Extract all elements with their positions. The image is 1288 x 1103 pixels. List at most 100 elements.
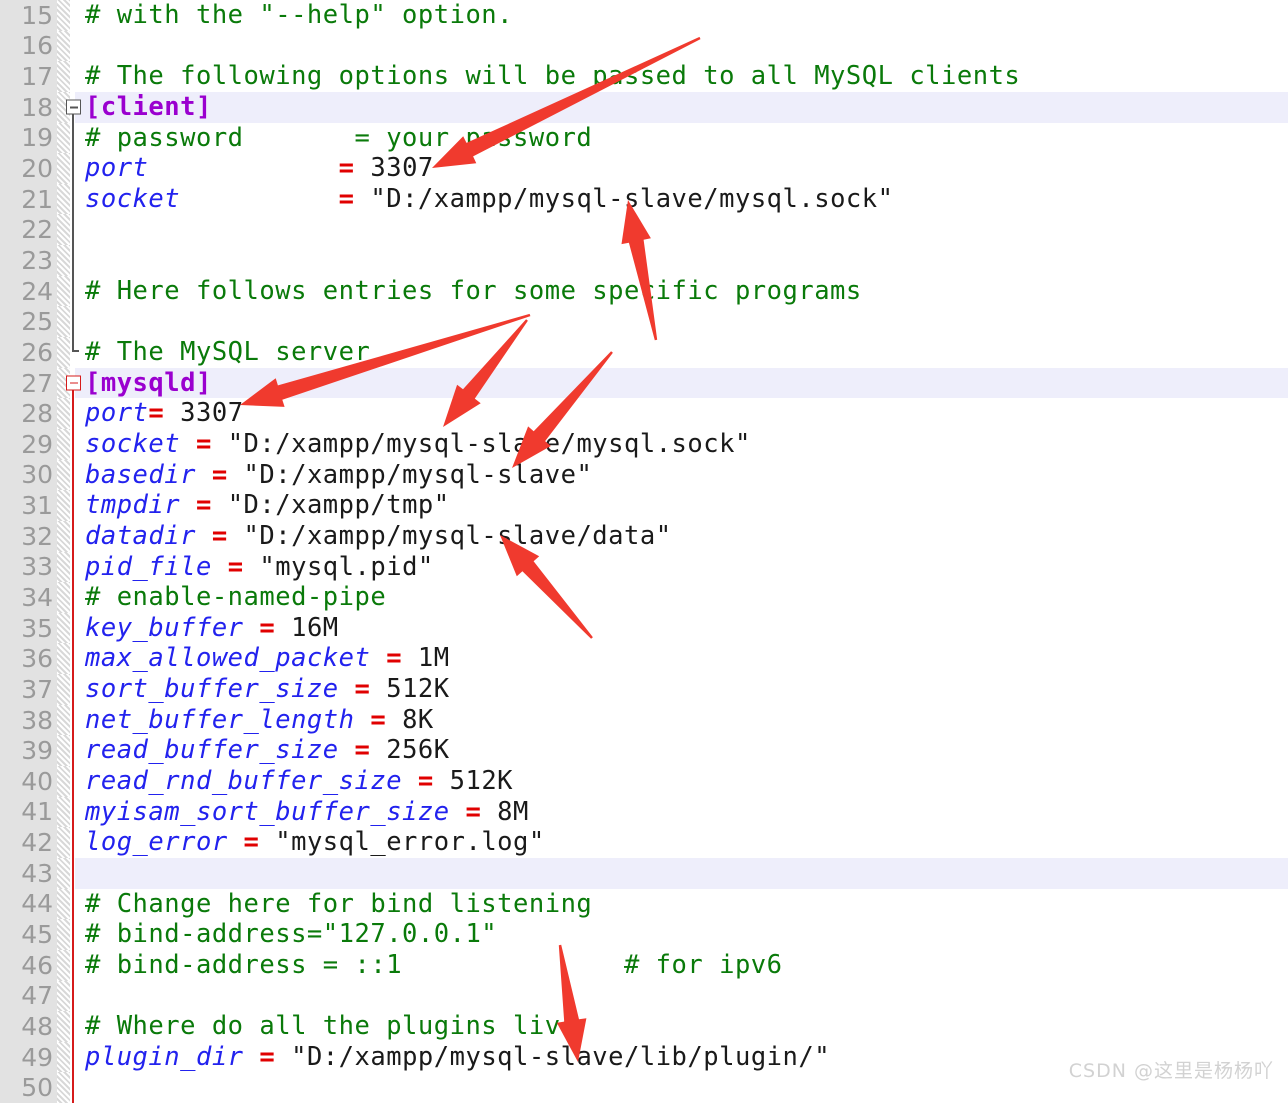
fold-column[interactable] bbox=[70, 857, 75, 889]
code-line[interactable]: 21 socket = "D:/xampp/mysql-slave/mysql.s… bbox=[0, 183, 1288, 215]
code-line[interactable]: 17 # The following options will be passed… bbox=[0, 61, 1288, 92]
fold-column[interactable] bbox=[66, 91, 81, 123]
code-line[interactable]: 18 [client] bbox=[0, 91, 1288, 123]
code-text[interactable]: port = 3307 bbox=[75, 153, 1288, 184]
fold-column[interactable] bbox=[70, 490, 75, 521]
fold-column[interactable] bbox=[70, 980, 75, 1012]
code-line[interactable]: 37 sort_buffer_size = 512K bbox=[0, 674, 1288, 705]
fold-column[interactable] bbox=[70, 428, 75, 460]
fold-column[interactable] bbox=[70, 61, 75, 92]
fold-column[interactable] bbox=[70, 735, 75, 767]
code-line[interactable]: 22 bbox=[0, 214, 1288, 246]
code-line[interactable]: 20 port = 3307 bbox=[0, 153, 1288, 184]
fold-column[interactable] bbox=[70, 551, 75, 583]
code-text[interactable]: port = 3307 bbox=[75, 398, 1288, 429]
code-text[interactable]: [mysqld] bbox=[75, 368, 1288, 399]
fold-column[interactable] bbox=[70, 459, 75, 491]
code-text[interactable]: basedir = "D:/xampp/mysql-slave" bbox=[75, 460, 1288, 491]
code-line[interactable]: 34 # enable-named-pipe bbox=[0, 582, 1288, 613]
fold-column[interactable] bbox=[70, 796, 75, 828]
fold-column[interactable] bbox=[70, 919, 75, 950]
code-editor[interactable]: 15 # with the "--help" option. 16 17 # The f… bbox=[0, 0, 1288, 1103]
code-text[interactable]: # bind-address = ::1 # for ipv6 bbox=[75, 950, 1288, 981]
code-text[interactable]: # The MySQL server bbox=[75, 337, 1288, 368]
code-line[interactable]: 35 key_buffer = 16M bbox=[0, 612, 1288, 644]
fold-column[interactable] bbox=[70, 1011, 75, 1042]
code-text[interactable]: sort_buffer_size = 512K bbox=[75, 674, 1288, 705]
code-line[interactable]: 33 pid_file = "mysql.pid" bbox=[0, 551, 1288, 583]
fold-column[interactable] bbox=[70, 245, 75, 276]
code-line[interactable]: 42 log_error = "mysql_error.log" bbox=[0, 827, 1288, 858]
fold-collapse-icon[interactable] bbox=[66, 99, 81, 115]
code-text[interactable]: # The following options will be passed t… bbox=[75, 61, 1288, 92]
code-line[interactable]: 27 [mysqld] bbox=[0, 367, 1288, 399]
code-line[interactable]: 32 datadir = "D:/xampp/mysql-slave/data" bbox=[0, 520, 1288, 552]
code-text[interactable] bbox=[75, 858, 1288, 889]
fold-column[interactable] bbox=[70, 30, 75, 62]
code-line[interactable]: 47 bbox=[0, 980, 1288, 1012]
code-line[interactable]: 31 tmpdir = "D:/xampp/tmp" bbox=[0, 490, 1288, 521]
code-line[interactable]: 26 # The MySQL server bbox=[0, 337, 1288, 368]
code-text[interactable]: # password = your password bbox=[75, 123, 1288, 154]
fold-column[interactable] bbox=[70, 337, 79, 368]
code-line[interactable]: 30 basedir = "D:/xampp/mysql-slave" bbox=[0, 459, 1288, 491]
fold-column[interactable] bbox=[70, 674, 75, 705]
code-text[interactable]: # with the "--help" option. bbox=[75, 0, 1288, 31]
code-text[interactable] bbox=[75, 245, 1288, 276]
code-text[interactable]: myisam_sort_buffer_size = 8M bbox=[75, 797, 1288, 828]
code-text[interactable]: # enable-named-pipe bbox=[75, 582, 1288, 613]
code-line[interactable]: 46 # bind-address = ::1 # for ipv6 bbox=[0, 949, 1288, 981]
fold-column[interactable] bbox=[70, 1072, 75, 1103]
code-line[interactable]: 23 bbox=[0, 245, 1288, 276]
code-line[interactable]: 24 # Here follows entries for some specif… bbox=[0, 275, 1288, 307]
code-line[interactable]: 25 bbox=[0, 306, 1288, 338]
fold-column[interactable] bbox=[70, 704, 75, 736]
code-text[interactable]: [client] bbox=[75, 92, 1288, 123]
fold-column[interactable] bbox=[70, 582, 75, 613]
code-text[interactable]: socket = "D:/xampp/mysql-slave/mysql.soc… bbox=[75, 184, 1288, 215]
fold-column[interactable] bbox=[70, 122, 75, 154]
fold-column[interactable] bbox=[70, 398, 75, 429]
code-text[interactable]: datadir = "D:/xampp/mysql-slave/data" bbox=[75, 521, 1288, 552]
fold-column[interactable] bbox=[70, 643, 75, 675]
code-text[interactable]: # Where do all the plugins live bbox=[75, 1011, 1288, 1042]
fold-column[interactable] bbox=[70, 520, 75, 552]
fold-column[interactable] bbox=[70, 183, 75, 215]
fold-column[interactable] bbox=[70, 827, 75, 858]
fold-column[interactable] bbox=[70, 306, 75, 338]
code-text[interactable]: socket = "D:/xampp/mysql-slave/mysql.soc… bbox=[75, 429, 1288, 460]
code-line[interactable]: 15 # with the "--help" option. bbox=[0, 0, 1288, 31]
code-line[interactable]: 41 myisam_sort_buffer_size = 8M bbox=[0, 796, 1288, 828]
code-text[interactable]: read_rnd_buffer_size = 512K bbox=[75, 766, 1288, 797]
code-text[interactable] bbox=[75, 306, 1288, 337]
code-text[interactable]: # Here follows entries for some specific… bbox=[75, 276, 1288, 307]
code-line[interactable]: 28 port = 3307 bbox=[0, 398, 1288, 429]
fold-column[interactable] bbox=[70, 612, 75, 644]
code-text[interactable]: tmpdir = "D:/xampp/tmp" bbox=[75, 490, 1288, 521]
code-text[interactable] bbox=[75, 214, 1288, 245]
code-line[interactable]: 38 net_buffer_length = 8K bbox=[0, 704, 1288, 736]
code-text[interactable]: net_buffer_length = 8K bbox=[75, 705, 1288, 736]
code-text[interactable]: log_error = "mysql_error.log" bbox=[75, 827, 1288, 858]
fold-column[interactable] bbox=[66, 367, 81, 399]
fold-column[interactable] bbox=[70, 888, 75, 920]
code-text[interactable]: # Change here for bind listening bbox=[75, 889, 1288, 920]
code-line[interactable]: 39 read_buffer_size = 256K bbox=[0, 735, 1288, 767]
code-text[interactable]: # bind-address="127.0.0.1" bbox=[75, 919, 1288, 950]
code-line[interactable]: 19 # password = your password bbox=[0, 122, 1288, 154]
fold-column[interactable] bbox=[70, 275, 75, 307]
code-line[interactable]: 48 # Where do all the plugins live bbox=[0, 1011, 1288, 1042]
code-text[interactable] bbox=[75, 981, 1288, 1012]
code-line[interactable]: 43 bbox=[0, 857, 1288, 889]
code-line[interactable]: 16 bbox=[0, 30, 1288, 62]
code-line[interactable]: 40 read_rnd_buffer_size = 512K bbox=[0, 766, 1288, 797]
fold-column[interactable] bbox=[70, 153, 75, 184]
fold-column[interactable] bbox=[70, 0, 75, 31]
code-line[interactable]: 44 # Change here for bind listening bbox=[0, 888, 1288, 920]
fold-column[interactable] bbox=[70, 1041, 75, 1073]
fold-column[interactable] bbox=[70, 949, 75, 981]
code-text[interactable] bbox=[75, 31, 1288, 62]
fold-collapse-icon[interactable] bbox=[66, 375, 81, 391]
code-line[interactable]: 36 max_allowed_packet = 1M bbox=[0, 643, 1288, 675]
code-line[interactable]: 45 # bind-address="127.0.0.1" bbox=[0, 919, 1288, 950]
